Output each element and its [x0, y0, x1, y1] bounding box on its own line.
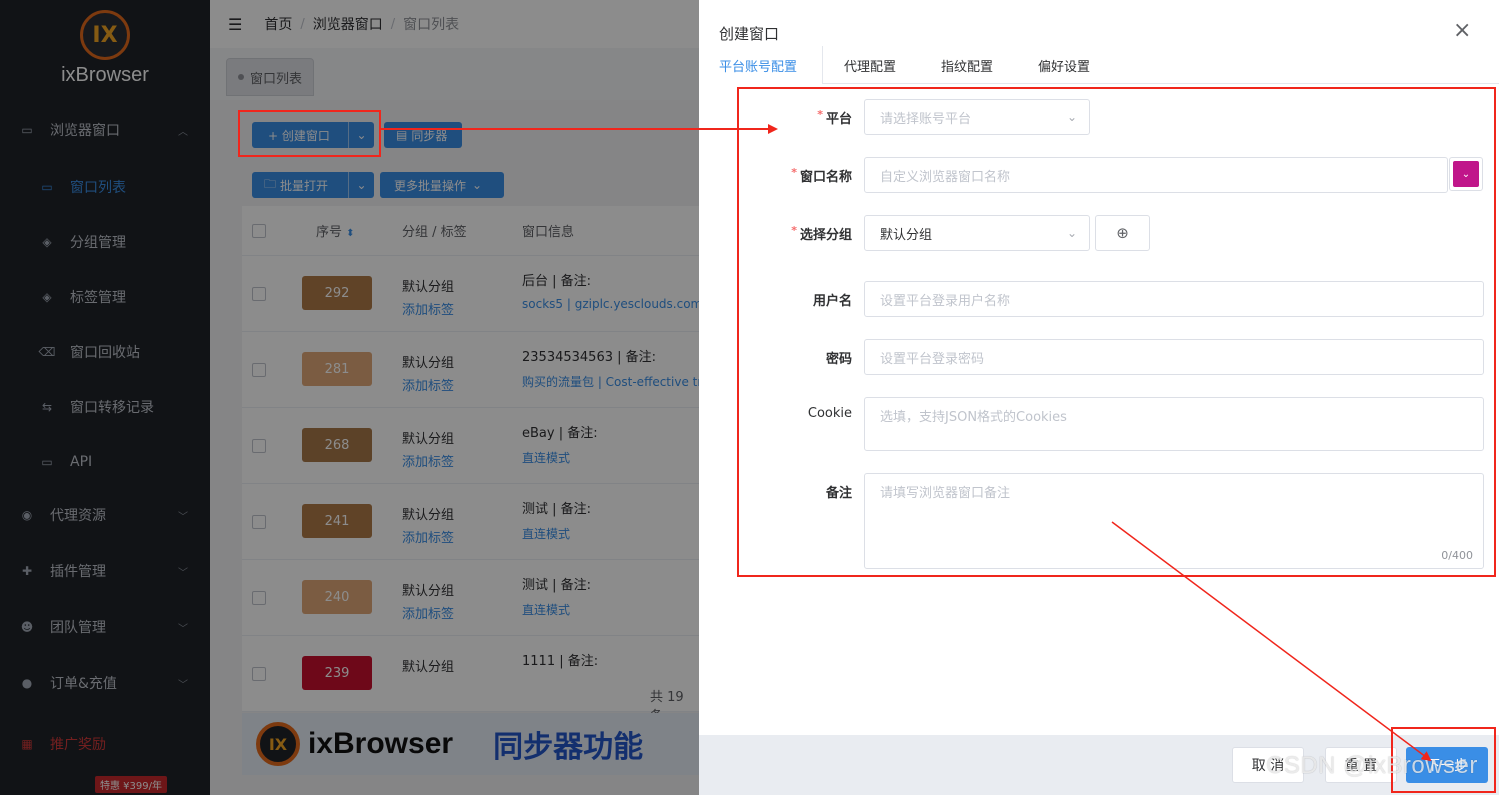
close-icon[interactable]: ×: [1453, 20, 1471, 42]
drawer-tabs: 平台账号配置 代理配置 指纹配置 偏好设置: [709, 46, 1499, 84]
tab-proxy-config[interactable]: 代理配置: [834, 46, 906, 84]
tab-platform-account[interactable]: 平台账号配置: [709, 46, 823, 84]
annotation-box-create: [238, 110, 381, 157]
tab-preferences[interactable]: 偏好设置: [1028, 46, 1100, 84]
watermark: CSDN @ixBrowser: [1266, 752, 1478, 779]
annotation-box-form: [737, 87, 1496, 577]
tab-fingerprint-config[interactable]: 指纹配置: [931, 46, 1003, 84]
drawer-title: 创建窗口: [719, 25, 780, 43]
